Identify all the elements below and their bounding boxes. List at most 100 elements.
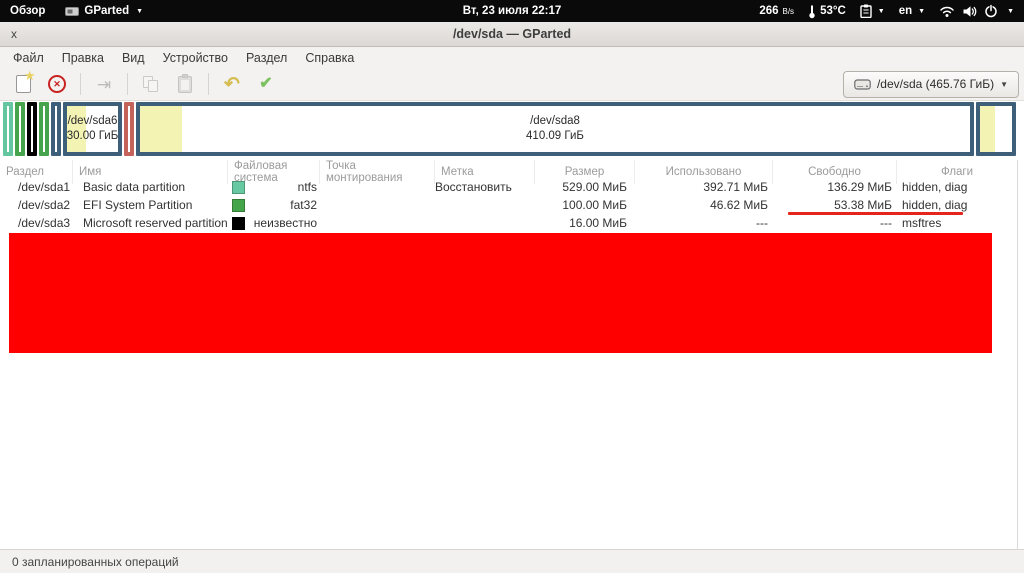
table-body: /dev/sda1 Basic data partition ntfs Восстан… (0, 178, 1017, 232)
keyboard-layout-indicator[interactable]: en ▼ (899, 5, 925, 17)
chevron-down-icon: ▼ (877, 7, 885, 15)
resize-move-button: ⇥ (90, 71, 118, 97)
filesystem-cell: ntfs (228, 178, 320, 196)
delete-partition-button[interactable]: ✕ (43, 71, 71, 97)
table-row-sda1[interactable]: /dev/sda1 Basic data partition ntfs Восстан… (0, 178, 1017, 196)
keyboard-layout-label: en (898, 5, 913, 17)
partition-label (435, 214, 535, 232)
copy-button (137, 71, 165, 97)
mount-point (320, 214, 435, 232)
desktop: Обзор GParted ▼ Вт, 23 июля 22:17 266 B/s (0, 0, 1024, 573)
power-icon (985, 4, 997, 18)
partition-name: Microsoft reserved partition (83, 216, 228, 230)
new-partition-icon: ★ (15, 68, 36, 93)
paste-button (171, 71, 199, 97)
disk-visual-bar: /dev/sda6 30.00 ГиБ/dev/sda8 410.09 ГиБ (3, 101, 1018, 157)
wifi-icon (940, 6, 954, 17)
menu-item-5[interactable]: Раздел (237, 51, 296, 65)
net-speed-value: 266 (759, 5, 779, 17)
partitions-table: Раздел Имя Файловая система Точка монтирова… (0, 160, 1018, 549)
copy-icon (143, 75, 159, 93)
clock[interactable]: Вт, 23 июля 22:17 (463, 0, 562, 22)
partition-free: --- (880, 216, 892, 230)
partition-device-cell: /dev/sda1 (0, 178, 73, 196)
activities-button[interactable]: Обзор (10, 5, 45, 17)
system-menu[interactable]: ▼ (939, 4, 1014, 18)
menu-item-3[interactable]: Вид (113, 51, 154, 65)
mount-point (320, 178, 435, 196)
chevron-down-icon: ▼ (1000, 79, 1008, 89)
partition-device: /dev/sda2 (18, 198, 71, 212)
partition-device: /dev/sda3 (18, 216, 71, 230)
mount-point (320, 196, 435, 214)
partition-device: /dev/sda1 (18, 180, 71, 194)
partition-label: Восстановить (435, 180, 512, 194)
partition-flags: hidden, diag (902, 180, 968, 194)
red-underline-annotation (788, 212, 963, 215)
net-speed-unit: B/s (782, 6, 795, 16)
gparted-app-icon (65, 6, 80, 16)
apply-button[interactable]: ✔ (252, 71, 280, 97)
pending-operations-text: 0 запланированных операций (12, 554, 179, 569)
disk-segment-label: /dev/sda6 30.00 ГиБ (66, 115, 119, 142)
disk-segment-label: /dev/sda8 410.09 ГиБ (526, 115, 584, 142)
table-header-row: Раздел Имя Файловая система Точка монтирова… (0, 160, 1017, 184)
paste-icon (178, 73, 192, 93)
partition-name: Basic data partition (83, 180, 186, 194)
disk-segment-sda8[interactable]: /dev/sda8 410.09 ГиБ (136, 102, 974, 156)
filesystem-type: неизвестно (253, 216, 317, 230)
menu-item-6[interactable]: Справка (296, 51, 363, 65)
chevron-down-icon: ▼ (1007, 7, 1014, 15)
close-button[interactable]: x (11, 27, 17, 41)
undo-button[interactable]: ↶ (218, 71, 246, 97)
app-menu-label: GParted (84, 5, 130, 17)
app-menu-button[interactable]: GParted ▼ (65, 5, 143, 17)
clipboard-icon (860, 4, 872, 18)
menu-bar: Файл Правка Вид Устройство Раздел Справка (0, 47, 1024, 68)
toolbar: ★ ✕ ⇥ ↶ ✔ /dev/sda (465.76 ГиБ) ▼ (0, 68, 1024, 101)
filesystem-type: ntfs (297, 180, 317, 194)
filesystem-color-swatch (232, 198, 245, 212)
partition-size: 100.00 МиБ (562, 198, 627, 212)
disk-segment[interactable] (15, 102, 25, 156)
menu-item-2[interactable]: Правка (53, 51, 113, 65)
disk-segment[interactable] (3, 102, 13, 156)
partition-used: 46.62 МиБ (710, 198, 768, 212)
disk-segment[interactable] (976, 102, 1016, 156)
partition-size: 16.00 МиБ (569, 216, 627, 230)
window-titlebar: x /dev/sda — GParted (0, 22, 1024, 47)
toolbar-buttons: ★ ✕ ⇥ ↶ ✔ (6, 68, 283, 97)
menu-item-4[interactable]: Устройство (154, 51, 237, 65)
partition-device-cell: /dev/sda3! (0, 214, 73, 232)
chevron-down-icon: ▼ (136, 7, 144, 15)
disk-segment[interactable] (51, 102, 61, 156)
temperature-value: 53°C (820, 5, 846, 17)
clipboard-indicator[interactable]: ▼ (860, 4, 885, 18)
device-selector-label: /dev/sda (465.76 ГиБ) (876, 77, 995, 91)
volume-icon (963, 5, 977, 17)
device-selector[interactable]: /dev/sda (465.76 ГиБ) ▼ (842, 70, 1019, 98)
partition-label (435, 196, 535, 214)
disk-segment[interactable] (39, 102, 49, 156)
partition-free: 136.29 МиБ (827, 180, 892, 194)
gnome-top-bar: Обзор GParted ▼ Вт, 23 июля 22:17 266 B/s (0, 0, 1024, 22)
partition-name: EFI System Partition (83, 198, 193, 212)
toolbar-separator (80, 73, 81, 95)
window-title: /dev/sda — GParted (452, 27, 572, 41)
apply-icon: ✔ (259, 75, 273, 92)
partition-used: 392.71 МиБ (703, 180, 768, 194)
delete-partition-icon: ✕ (48, 75, 66, 93)
network-speed-indicator[interactable]: 266 B/s (759, 5, 794, 17)
disk-segment[interactable] (124, 102, 134, 156)
hard-drive-icon (854, 78, 871, 90)
filesystem-color-swatch (232, 180, 245, 194)
disk-segment-sda6[interactable]: /dev/sda6 30.00 ГиБ (63, 102, 122, 156)
new-partition-button[interactable]: ★ (9, 68, 37, 97)
filesystem-type: fat32 (290, 198, 317, 212)
table-row-sda3[interactable]: /dev/sda3! Microsoft reserved partition не… (0, 214, 1017, 232)
menu-item-1[interactable]: Файл (4, 51, 53, 65)
chevron-down-icon: ▼ (918, 7, 926, 15)
disk-segment[interactable] (27, 102, 37, 156)
temperature-indicator[interactable]: 53°C (808, 4, 846, 19)
toolbar-separator (127, 73, 128, 95)
